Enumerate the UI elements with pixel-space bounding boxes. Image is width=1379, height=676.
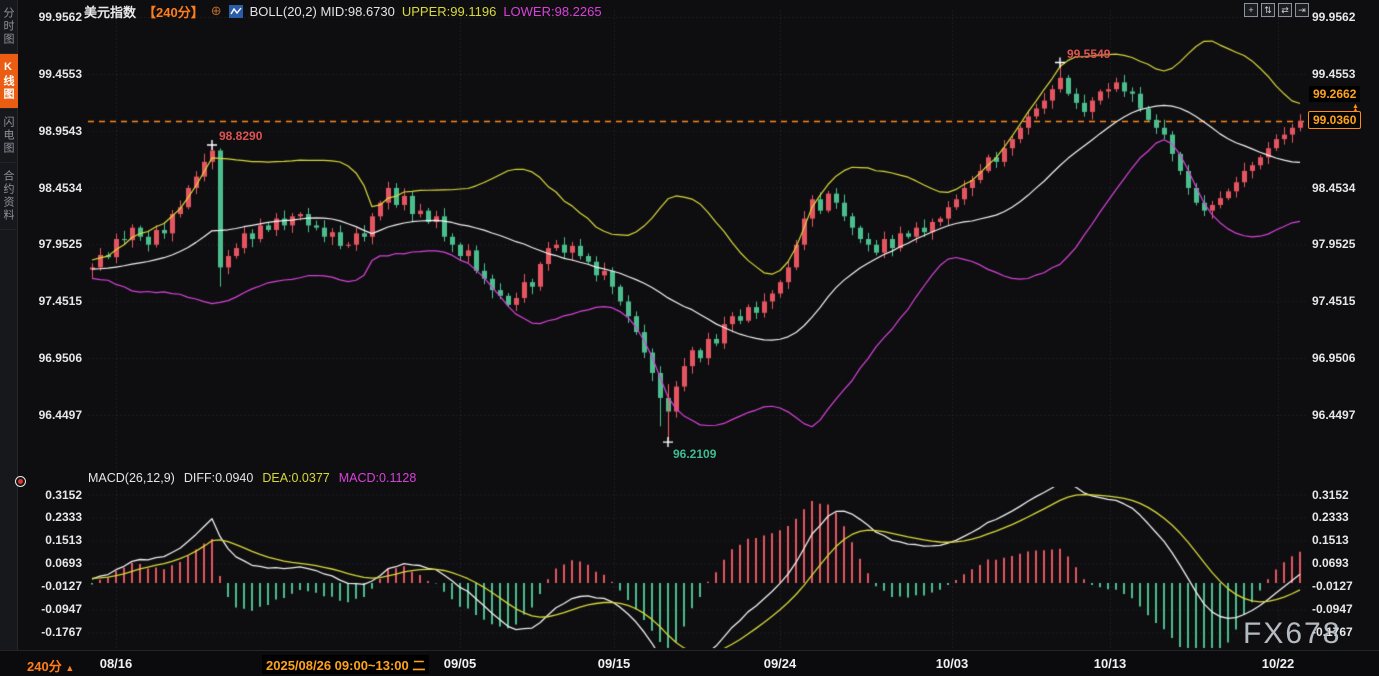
boll-upper-value: UPPER:99.1196: [402, 4, 496, 19]
prev-high-price-badge: 99.2662: [1309, 86, 1360, 102]
x-axis-date-label: 09/15: [569, 656, 659, 671]
sidebar-tab-kline[interactable]: K线图: [0, 54, 18, 109]
chart-type-sidebar: 分时图K线图闪电图合约资料: [0, 0, 18, 650]
kline-chart-canvas[interactable]: [0, 0, 1379, 676]
price-tick-label: 0.0693: [1312, 556, 1349, 570]
x-axis-date-label: 10/22: [1233, 656, 1323, 671]
price-tick-label: 98.4534: [24, 181, 82, 195]
price-tick-label: -0.0127: [24, 579, 82, 593]
chart-toolbar: +⇅⇄⇥: [1244, 3, 1309, 17]
fit-horizontal-icon[interactable]: ⇄: [1278, 3, 1292, 17]
chart-header: 美元指数 【240分】 ⊕ BOLL(20,2) MID:98.6730 UPP…: [84, 2, 602, 20]
price-tick-label: 0.3152: [1312, 488, 1349, 502]
price-tick-label: -0.0127: [1312, 579, 1353, 593]
price-tick-label: -0.0947: [1312, 602, 1353, 616]
annotation-high-right: 99.5549: [1067, 47, 1110, 61]
macd-dea-value: DEA:0.0377: [262, 471, 329, 485]
annotation-low: 96.2109: [673, 447, 716, 461]
symbol-name: 美元指数: [84, 2, 136, 21]
last-price-badge: 99.0360: [1308, 111, 1361, 129]
boll-mid-value: BOLL(20,2) MID:98.6730: [250, 4, 395, 19]
price-tick-label: 0.3152: [24, 488, 82, 502]
x-axis-date-label: 08/16: [71, 656, 161, 671]
macd-header: MACD(26,12,9) DIFF:0.0940 DEA:0.0377 MAC…: [88, 471, 416, 485]
fit-vertical-icon[interactable]: ⇅: [1261, 3, 1275, 17]
price-tick-label: 99.9562: [1312, 10, 1355, 24]
period-label[interactable]: 【240分】: [143, 2, 204, 21]
macd-title: MACD(26,12,9): [88, 471, 175, 485]
price-tick-label: 96.9506: [24, 351, 82, 365]
sidebar-tab-contract-info[interactable]: 合约资料: [0, 163, 18, 230]
price-tick-label: 0.1513: [24, 533, 82, 547]
price-tick-label: 96.4497: [1312, 408, 1355, 422]
price-tick-label: 97.4515: [24, 294, 82, 308]
trading-app-window: 分时图K线图闪电图合约资料 美元指数 【240分】 ⊕ BOLL(20,2) M…: [0, 0, 1379, 676]
price-tick-label: 0.2333: [24, 510, 82, 524]
price-tick-label: 98.4534: [1312, 181, 1355, 195]
period-selector[interactable]: 240分 ▲: [27, 656, 74, 675]
price-tick-label: 99.4553: [24, 67, 82, 81]
price-tick-label: 96.9506: [1312, 351, 1355, 365]
annotation-high-left: 98.8290: [219, 129, 262, 143]
price-tick-label: -0.1767: [24, 625, 82, 639]
price-tick-label: 97.9525: [24, 237, 82, 251]
x-axis-date-label: 09/05: [415, 656, 505, 671]
x-axis-date-label: 10/03: [907, 656, 997, 671]
add-indicator-icon[interactable]: ⊕: [211, 3, 222, 19]
sidebar-tab-lightning[interactable]: 闪电图: [0, 109, 18, 163]
price-tick-label: 98.9543: [24, 124, 82, 138]
price-tick-label: 96.4497: [24, 408, 82, 422]
price-tick-label: 0.2333: [1312, 510, 1349, 524]
price-tick-label: 99.9562: [24, 10, 82, 24]
price-tick-label: 97.4515: [1312, 294, 1355, 308]
price-tick-label: 99.4553: [1312, 67, 1355, 81]
crosshair-icon[interactable]: +: [1244, 3, 1258, 17]
x-axis-date-label: 09/24: [735, 656, 825, 671]
macd-diff-value: DIFF:0.0940: [184, 471, 253, 485]
sidebar-tab-time-share[interactable]: 分时图: [0, 0, 18, 54]
chart-style-icon[interactable]: [229, 5, 243, 18]
time-axis-bar: 240分 ▲ 2025/08/26 09:00~13:00 二 08/16 09/…: [0, 650, 1379, 676]
price-tick-label: 97.9525: [1312, 237, 1355, 251]
crosshair-date-label: 2025/08/26 09:00~13:00 二: [262, 655, 429, 674]
go-latest-icon[interactable]: ⇥: [1295, 3, 1309, 17]
price-tick-label: -0.0947: [24, 602, 82, 616]
x-axis-date-label: 10/13: [1065, 656, 1155, 671]
price-tick-label: 0.1513: [1312, 533, 1349, 547]
macd-macd-value: MACD:0.1128: [339, 471, 417, 485]
price-tick-label: 0.0693: [24, 556, 82, 570]
watermark-logo: FX678: [1243, 617, 1341, 651]
boll-lower-value: LOWER:98.2265: [503, 4, 601, 19]
indicator-panel-dot-icon[interactable]: [15, 476, 26, 487]
